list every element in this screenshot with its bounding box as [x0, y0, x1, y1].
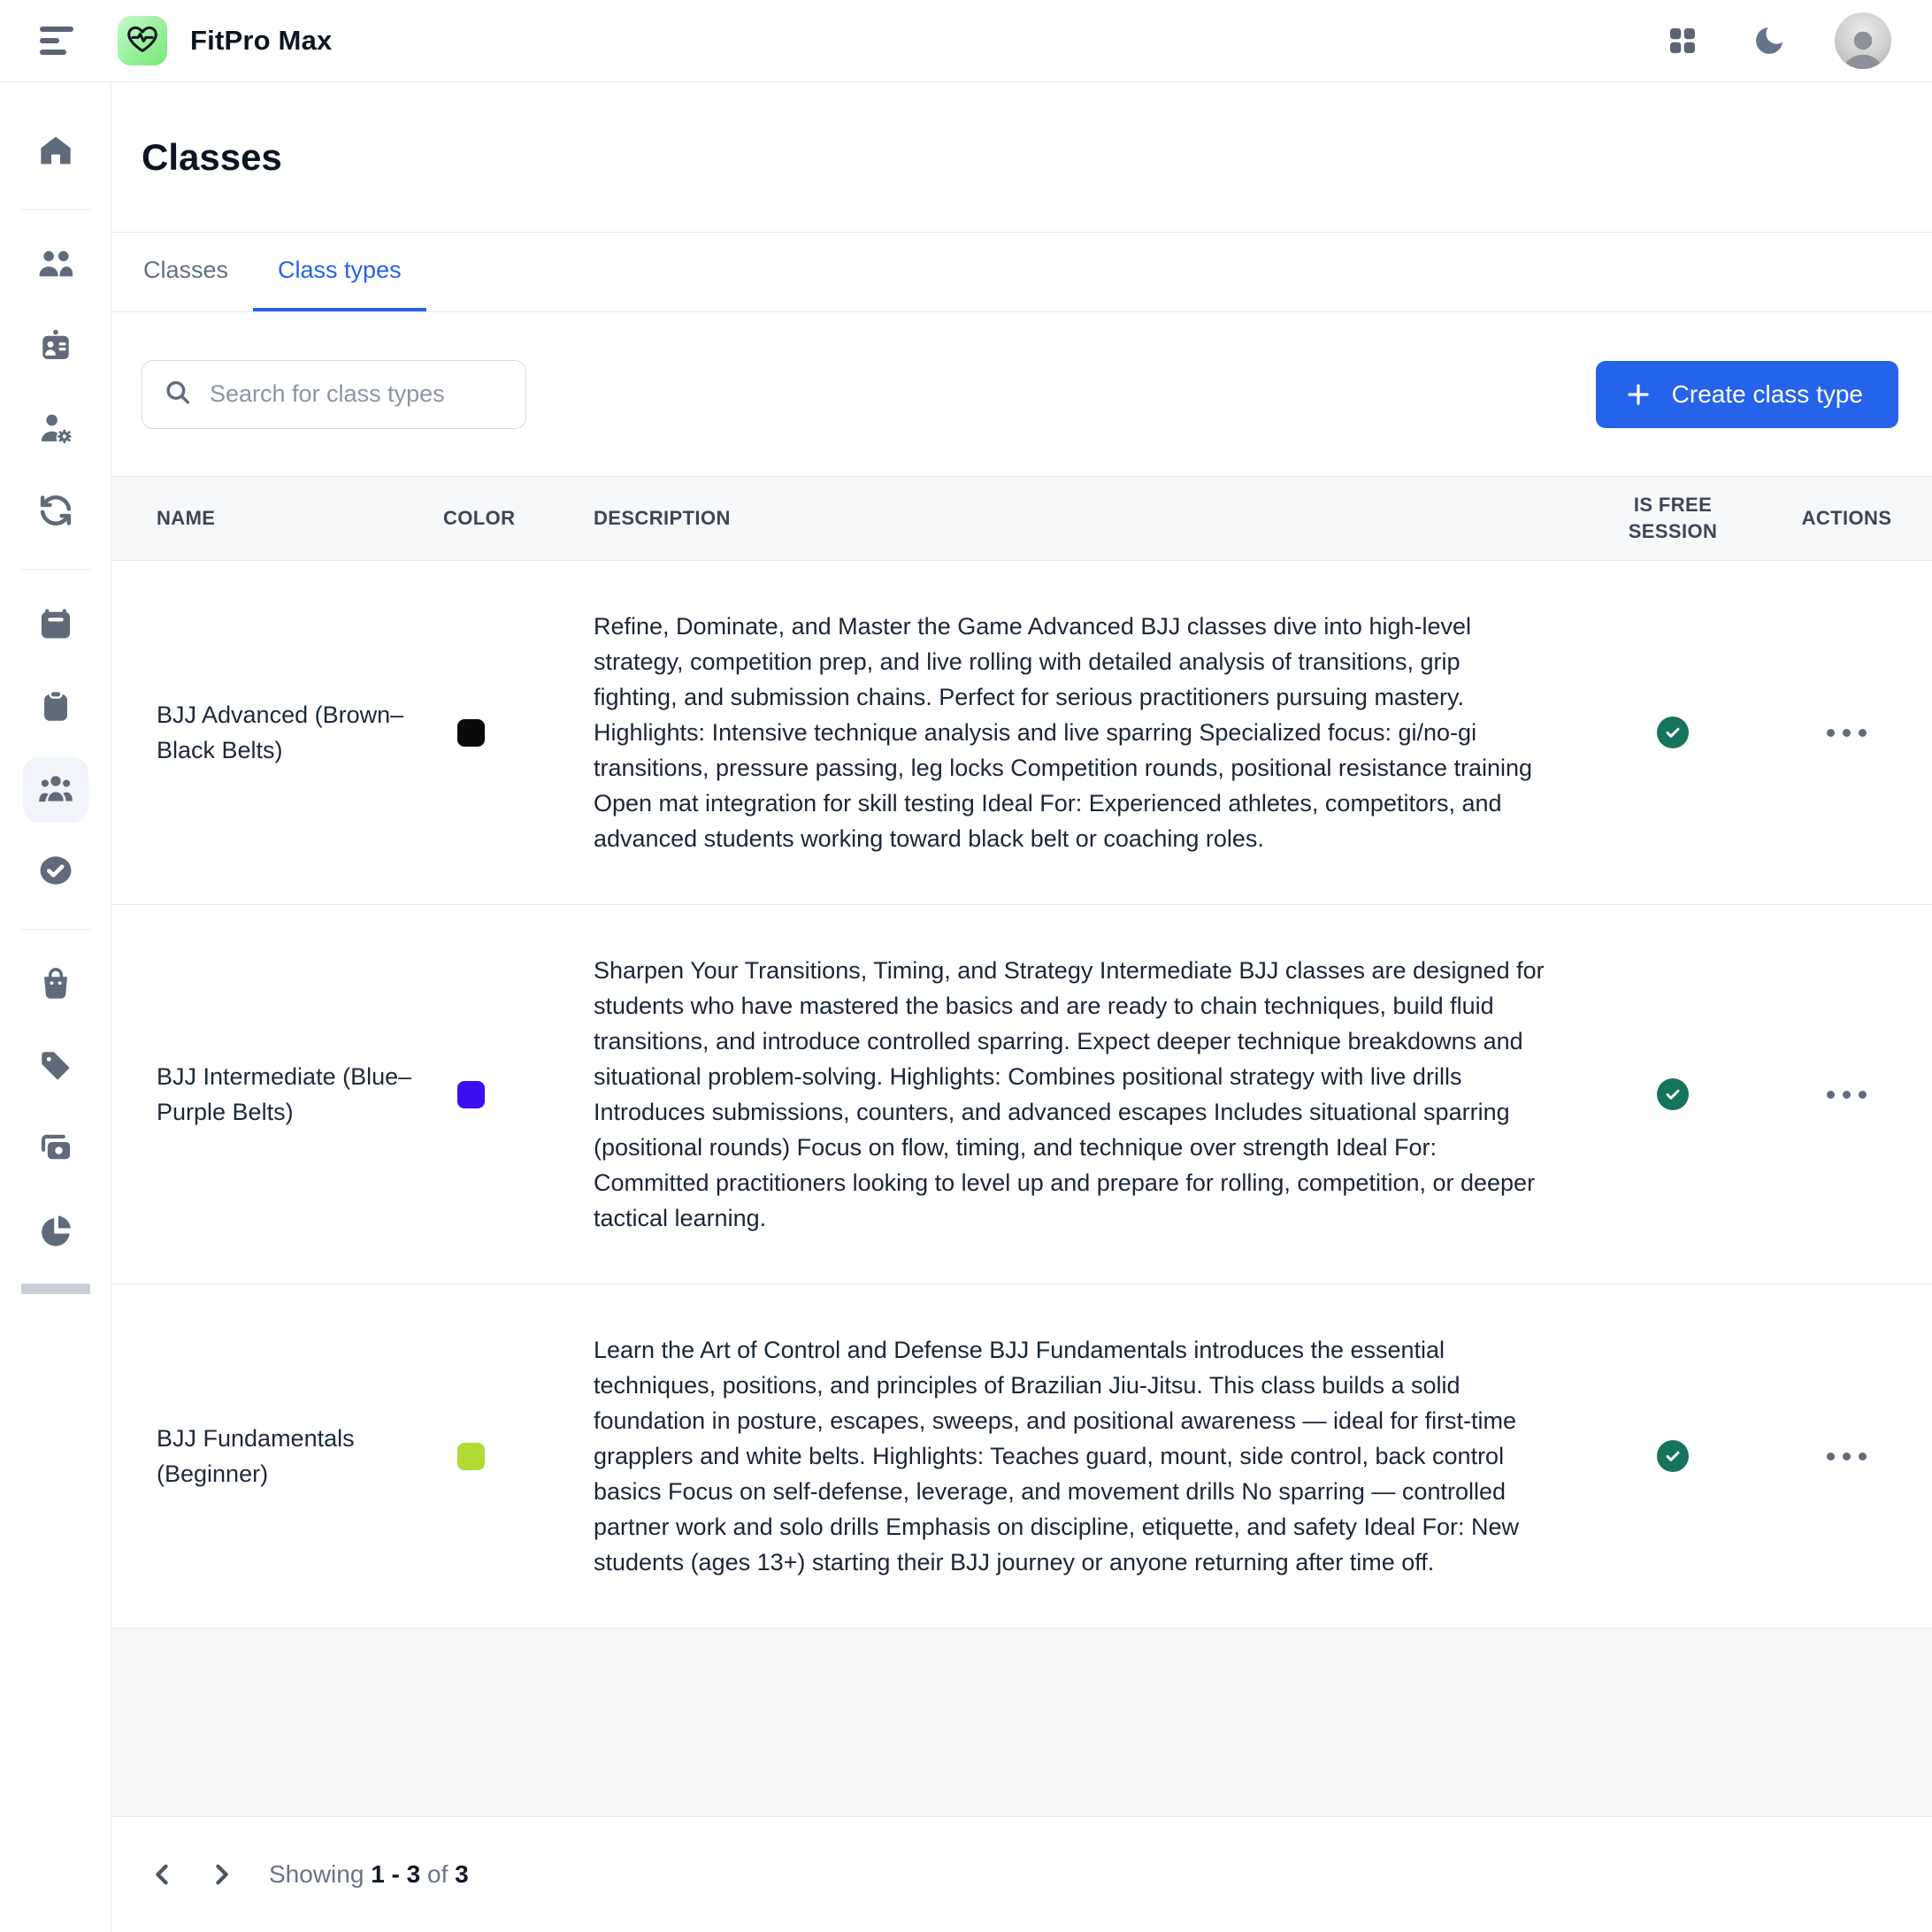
next-page-icon[interactable] — [200, 1853, 242, 1896]
is-free-session-cell — [1657, 717, 1689, 748]
sidebar-divider — [21, 569, 90, 570]
column-header-is-free-session: IS FREE SESSION — [1620, 492, 1726, 545]
sidebar-item-id-badge[interactable] — [23, 315, 88, 380]
sidebar-item-calendar[interactable] — [23, 593, 88, 658]
users-icon — [37, 245, 74, 287]
color-swatch — [457, 1081, 485, 1108]
plus-icon — [1624, 380, 1652, 409]
class-type-color-cell — [426, 1081, 567, 1108]
class-type-name: BJJ Fundamentals (Beginner) — [111, 1421, 426, 1491]
apps-grid-icon[interactable] — [1661, 19, 1704, 62]
column-header-name: NAME — [111, 507, 426, 530]
class-type-color-cell — [426, 1443, 567, 1470]
sidebar — [0, 82, 111, 1932]
pagination-range: 1 - 3 — [371, 1860, 420, 1888]
row-actions-cell — [1818, 1082, 1875, 1108]
user-avatar[interactable] — [1835, 12, 1891, 69]
sidebar-item-pricing[interactable] — [23, 1035, 88, 1100]
sidebar-item-home[interactable] — [23, 119, 88, 185]
sidebar-item-reports[interactable] — [23, 1200, 88, 1265]
sidebar-item-staff-settings[interactable] — [23, 397, 88, 463]
class-type-description: Refine, Dominate, and Master the Game Ad… — [567, 609, 1584, 856]
people-group-icon — [36, 769, 75, 812]
clipboard-icon — [37, 687, 74, 729]
tag-icon — [37, 1047, 74, 1089]
heart-pulse-logo-icon — [126, 22, 159, 60]
sidebar-item-payments[interactable] — [23, 1117, 88, 1183]
check-circle-icon — [1657, 717, 1689, 748]
sidebar-divider — [21, 209, 90, 210]
class-type-name: BJJ Advanced (Brown–Black Belts) — [111, 697, 426, 768]
is-free-session-cell — [1657, 1078, 1689, 1110]
main-content: Classes Classes Class types — [111, 82, 1932, 1932]
sidebar-item-members[interactable] — [23, 233, 88, 298]
class-type-description: Learn the Art of Control and Defense BJJ… — [567, 1332, 1584, 1580]
row-actions-menu-icon[interactable] — [1818, 1082, 1875, 1108]
is-free-session-cell — [1657, 1440, 1689, 1472]
table-row: BJJ Fundamentals (Beginner) Learn the Ar… — [111, 1284, 1932, 1629]
search-input[interactable] — [142, 360, 526, 429]
tab-class-types[interactable]: Class types — [253, 233, 426, 311]
row-actions-menu-icon[interactable] — [1818, 1444, 1875, 1469]
app-name: FitPro Max — [190, 25, 332, 57]
circle-check-icon — [37, 852, 74, 893]
class-type-name: BJJ Intermediate (Blue–Purple Belts) — [111, 1059, 426, 1130]
tab-classes[interactable]: Classes — [119, 233, 253, 311]
check-circle-icon — [1657, 1440, 1689, 1472]
top-bar: FitPro Max — [0, 0, 1932, 82]
column-header-actions: ACTIONS — [1802, 507, 1892, 530]
check-circle-icon — [1657, 1078, 1689, 1110]
pie-chart-icon — [37, 1212, 74, 1254]
id-badge-icon — [37, 327, 74, 369]
row-actions-cell — [1818, 720, 1875, 746]
pagination-bar: Showing 1 - 3 of 3 — [111, 1817, 1932, 1932]
sidebar-item-clipboard[interactable] — [23, 675, 88, 740]
row-actions-menu-icon[interactable] — [1818, 720, 1875, 746]
class-type-color-cell — [426, 719, 567, 747]
create-class-type-label: Create class type — [1672, 380, 1863, 409]
pagination-summary: Showing 1 - 3 of 3 — [269, 1860, 469, 1889]
previous-page-icon[interactable] — [142, 1853, 184, 1896]
sidebar-item-sync[interactable] — [23, 479, 88, 545]
create-class-type-button[interactable]: Create class type — [1596, 361, 1898, 428]
app-logo — [118, 16, 167, 65]
tab-bar: Classes Class types — [111, 233, 1932, 312]
color-swatch — [457, 719, 485, 747]
sync-icon — [37, 492, 74, 533]
column-header-color: COLOR — [426, 507, 567, 530]
table-header-row: NAME COLOR DESCRIPTION IS FREE SESSION A… — [111, 476, 1932, 561]
page-title: Classes — [142, 136, 282, 179]
sidebar-item-classes[interactable] — [23, 757, 88, 823]
dark-mode-moon-icon[interactable] — [1748, 19, 1790, 62]
cash-stack-icon — [37, 1130, 74, 1171]
table-row: BJJ Advanced (Brown–Black Belts) Refine,… — [111, 561, 1932, 905]
home-icon — [38, 133, 73, 172]
table-empty-area — [111, 1629, 1932, 1817]
sidebar-item-shop[interactable] — [23, 953, 88, 1018]
class-types-table: NAME COLOR DESCRIPTION IS FREE SESSION A… — [111, 476, 1932, 1817]
row-actions-cell — [1818, 1444, 1875, 1469]
page-header: Classes — [111, 82, 1932, 233]
column-header-description: DESCRIPTION — [567, 507, 1584, 530]
user-gear-icon — [37, 410, 74, 451]
sidebar-scroll-indicator — [21, 1284, 90, 1294]
of-label: of — [427, 1860, 448, 1888]
class-type-description: Sharpen Your Transitions, Timing, and St… — [567, 953, 1584, 1236]
sidebar-item-attendance[interactable] — [23, 840, 88, 905]
menu-icon[interactable] — [40, 27, 79, 55]
calendar-icon — [37, 605, 74, 647]
shopping-bag-icon — [37, 965, 74, 1007]
table-row: BJJ Intermediate (Blue–Purple Belts) Sha… — [111, 905, 1932, 1284]
sidebar-divider — [21, 929, 90, 930]
search-box — [142, 360, 526, 429]
showing-label: Showing — [269, 1860, 364, 1888]
color-swatch — [457, 1443, 485, 1470]
toolbar: Create class type — [111, 312, 1932, 476]
pagination-total: 3 — [455, 1860, 469, 1888]
